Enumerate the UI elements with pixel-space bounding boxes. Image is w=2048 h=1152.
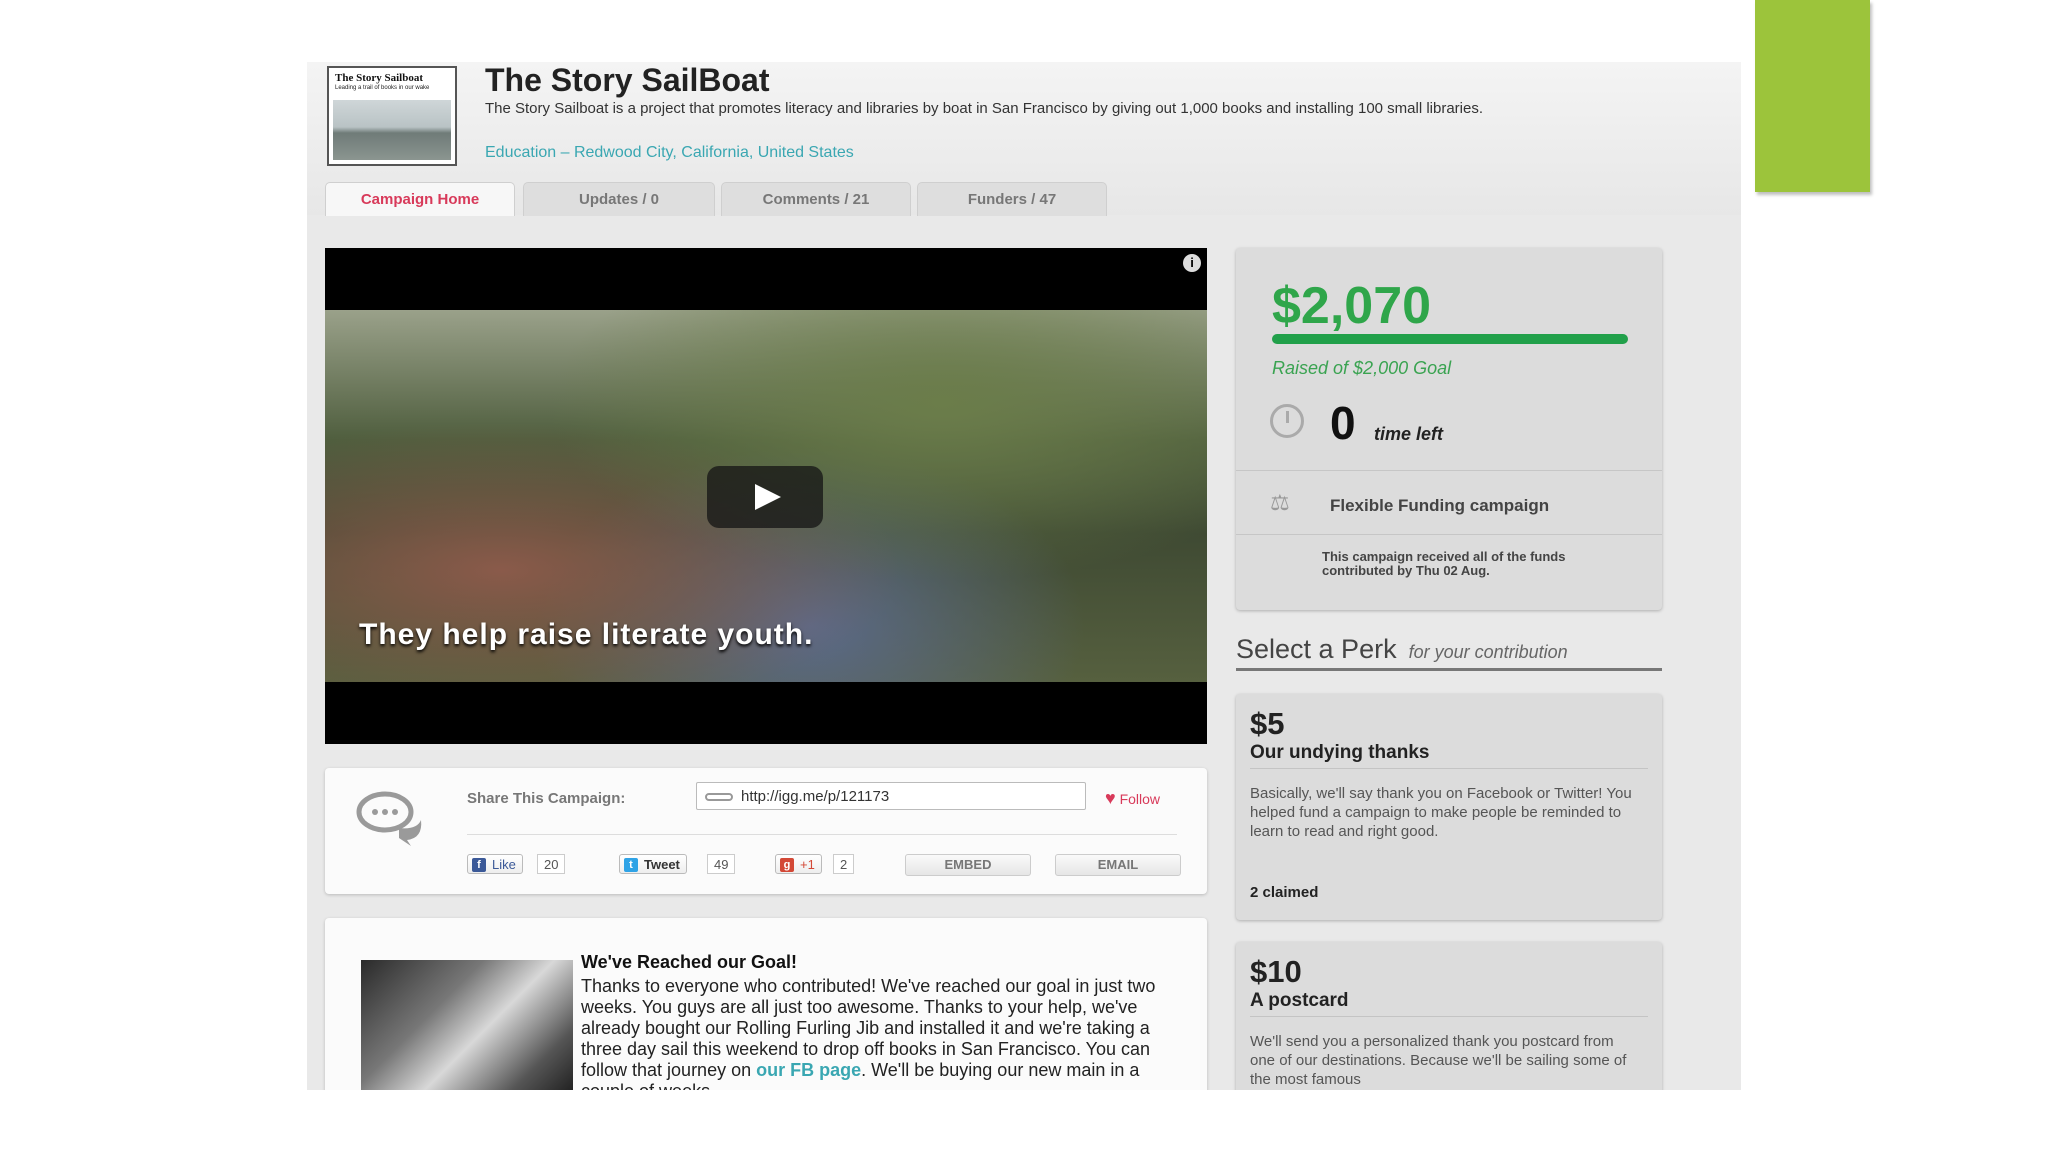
facebook-like-button[interactable]: f Like	[467, 854, 523, 874]
perk-description: Basically, we'll say thank you on Facebo…	[1250, 785, 1632, 840]
stopwatch-icon	[1270, 404, 1304, 438]
flexible-funding-label: Flexible Funding campaign	[1330, 496, 1550, 515]
tab-updates[interactable]: Updates / 0	[523, 182, 715, 216]
campaign-header: The Story Sailboat Leading a trail of bo…	[307, 62, 1741, 216]
email-button[interactable]: EMAIL	[1055, 854, 1181, 876]
share-url-text: http://igg.me/p/121173	[741, 788, 890, 805]
update-post: We've Reached our Goal! Thanks to everyo…	[325, 918, 1207, 1090]
campaign-page-screenshot: The Story Sailboat Leading a trail of bo…	[307, 62, 1741, 1090]
logo-title: The Story Sailboat	[335, 72, 424, 84]
time-left-number: 0	[1330, 397, 1356, 449]
amount-raised: $2,070	[1272, 277, 1432, 335]
raised-of-goal: Raised of $2,000 Goal	[1272, 358, 1452, 378]
funding-summary: $2,070 Raised of $2,000 Goal 0 time left…	[1236, 248, 1662, 610]
perk-card[interactable]: $10 A postcard We'll send you a personal…	[1236, 942, 1662, 1090]
video-frame: They help raise literate youth.	[325, 310, 1207, 682]
perk-divider	[1250, 768, 1648, 769]
perk-description: We'll send you a personalized thank you …	[1250, 1033, 1627, 1088]
perk-heading-subtitle: for your contribution	[1408, 642, 1568, 662]
time-left-label: time left	[1374, 424, 1444, 444]
summary-divider	[1236, 470, 1662, 471]
campaign-logo: The Story Sailboat Leading a trail of bo…	[327, 66, 457, 166]
perk-heading: Select a Perk for your contribution	[1236, 634, 1662, 671]
campaign-title: The Story SailBoat	[485, 62, 770, 98]
perk-price: $5	[1250, 706, 1285, 741]
perk-card[interactable]: $5 Our undying thanks Basically, we'll s…	[1236, 694, 1662, 920]
tweet-label: Tweet	[644, 857, 680, 872]
funding-progress-bar	[1272, 334, 1628, 344]
share-divider	[467, 834, 1177, 835]
embed-button[interactable]: EMBED	[905, 854, 1031, 876]
tab-comments[interactable]: Comments / 21	[721, 182, 911, 216]
info-icon[interactable]: i	[1183, 254, 1201, 272]
perk-divider	[1250, 1016, 1648, 1017]
update-title: We've Reached our Goal!	[581, 952, 798, 972]
google-plus-button[interactable]: g +1	[775, 854, 822, 874]
slide-accent-bar	[1755, 0, 1870, 192]
logo-tagline: Leading a trail of books in our wake	[335, 85, 430, 91]
funding-progress-fill	[1272, 334, 1628, 344]
funds-note: This campaign received all of the funds …	[1322, 549, 1566, 578]
plusone-label: +1	[800, 857, 815, 872]
like-count: 20	[537, 854, 566, 874]
update-photo	[361, 960, 573, 1090]
comment-bubble-icon	[356, 791, 422, 846]
campaign-category-location[interactable]: Education – Redwood City, California, Un…	[485, 144, 854, 162]
heart-icon: ♥	[1105, 788, 1116, 808]
scale-icon: ⚖	[1270, 490, 1290, 515]
perk-heading-title: Select a Perk	[1236, 634, 1397, 664]
update-body: Thanks to everyone who contributed! We'v…	[581, 976, 1181, 1090]
tweet-button[interactable]: t Tweet	[619, 854, 687, 874]
link-icon	[705, 793, 733, 801]
share-label: Share This Campaign:	[467, 790, 626, 807]
summary-divider	[1236, 534, 1662, 535]
follow-label: Follow	[1119, 791, 1161, 807]
video-caption: They help raise literate youth.	[359, 618, 814, 651]
perk-price: $10	[1250, 954, 1302, 989]
plusone-count: 2	[833, 854, 855, 874]
campaign-description: The Story Sailboat is a project that pro…	[485, 100, 1484, 117]
perk-name: A postcard	[1250, 990, 1349, 1011]
share-url-field[interactable]: http://igg.me/p/121173	[696, 782, 1086, 810]
perk-name: Our undying thanks	[1250, 742, 1430, 763]
like-label: Like	[492, 857, 516, 872]
follow-button[interactable]: ♥ Follow	[1105, 788, 1160, 809]
tweet-count: 49	[707, 854, 736, 874]
share-panel: Share This Campaign: http://igg.me/p/121…	[325, 768, 1207, 894]
fb-page-link[interactable]: our FB page	[756, 1060, 861, 1080]
google-plus-icon: g	[780, 858, 794, 872]
tab-campaign-home[interactable]: Campaign Home	[325, 182, 515, 216]
perk-claimed: 2 claimed	[1250, 884, 1319, 901]
facebook-icon: f	[472, 858, 486, 872]
play-icon[interactable]	[707, 466, 823, 528]
twitter-icon: t	[624, 858, 638, 872]
logo-photo	[333, 100, 451, 160]
campaign-video[interactable]: i They help raise literate youth.	[325, 248, 1207, 744]
tab-funders[interactable]: Funders / 47	[917, 182, 1107, 216]
